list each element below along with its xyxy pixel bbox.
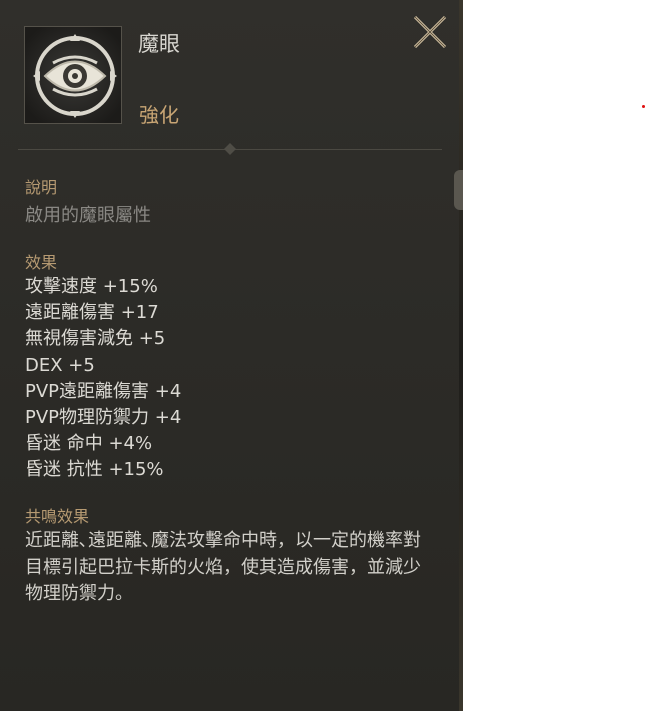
effects-label: 效果 [25, 253, 58, 272]
effect-line: PVP遠距離傷害 +4 [25, 380, 182, 402]
item-type: 強化 [139, 103, 179, 127]
eye-emblem-icon [25, 27, 121, 123]
resonance-line: 近距離､遠距離､魔法攻擊命中時，以一定的機率對 [25, 530, 421, 551]
marker-dot [642, 105, 645, 108]
effect-line: PVP物理防禦力 +4 [25, 407, 182, 429]
effect-line: 攻擊速度 +15% [25, 276, 158, 297]
item-name: 魔眼 [138, 32, 180, 56]
resonance-line: 物理防禦力。 [25, 583, 133, 604]
effects-list: 攻擊速度 +15% 遠距離傷害 +17 無視傷害減免 +5 DEX +5 PVP… [25, 274, 181, 484]
description-text: 啟用的魔眼屬性 [25, 205, 151, 226]
resonance-line: 目標引起巴拉卡斯的火焰，使其造成傷害，並減少 [25, 556, 421, 578]
close-button[interactable] [410, 12, 450, 52]
item-tooltip-panel: 魔眼 強化 說明 啟用的魔眼屬性 效果 攻擊速度 +15% 遠距離傷害 +17 … [0, 0, 461, 711]
panel-edge [459, 0, 463, 711]
effect-line: 無視傷害減免 +5 [25, 328, 166, 350]
divider-ornament-icon [224, 143, 236, 155]
effect-line: 昏迷 抗性 +15% [25, 459, 164, 481]
resonance-label: 共鳴效果 [25, 507, 90, 526]
close-icon [413, 15, 447, 49]
effect-line: DEX +5 [25, 354, 95, 376]
description-label: 說明 [25, 178, 58, 197]
resonance-text: 近距離､遠距離､魔法攻擊命中時，以一定的機率對 目標引起巴拉卡斯的火焰，使其造成… [25, 528, 465, 608]
effect-line: 昏迷 命中 +4% [25, 433, 153, 455]
effect-line: 遠距離傷害 +17 [25, 302, 159, 324]
item-icon-frame [24, 26, 122, 124]
scroll-handle[interactable] [454, 170, 463, 210]
